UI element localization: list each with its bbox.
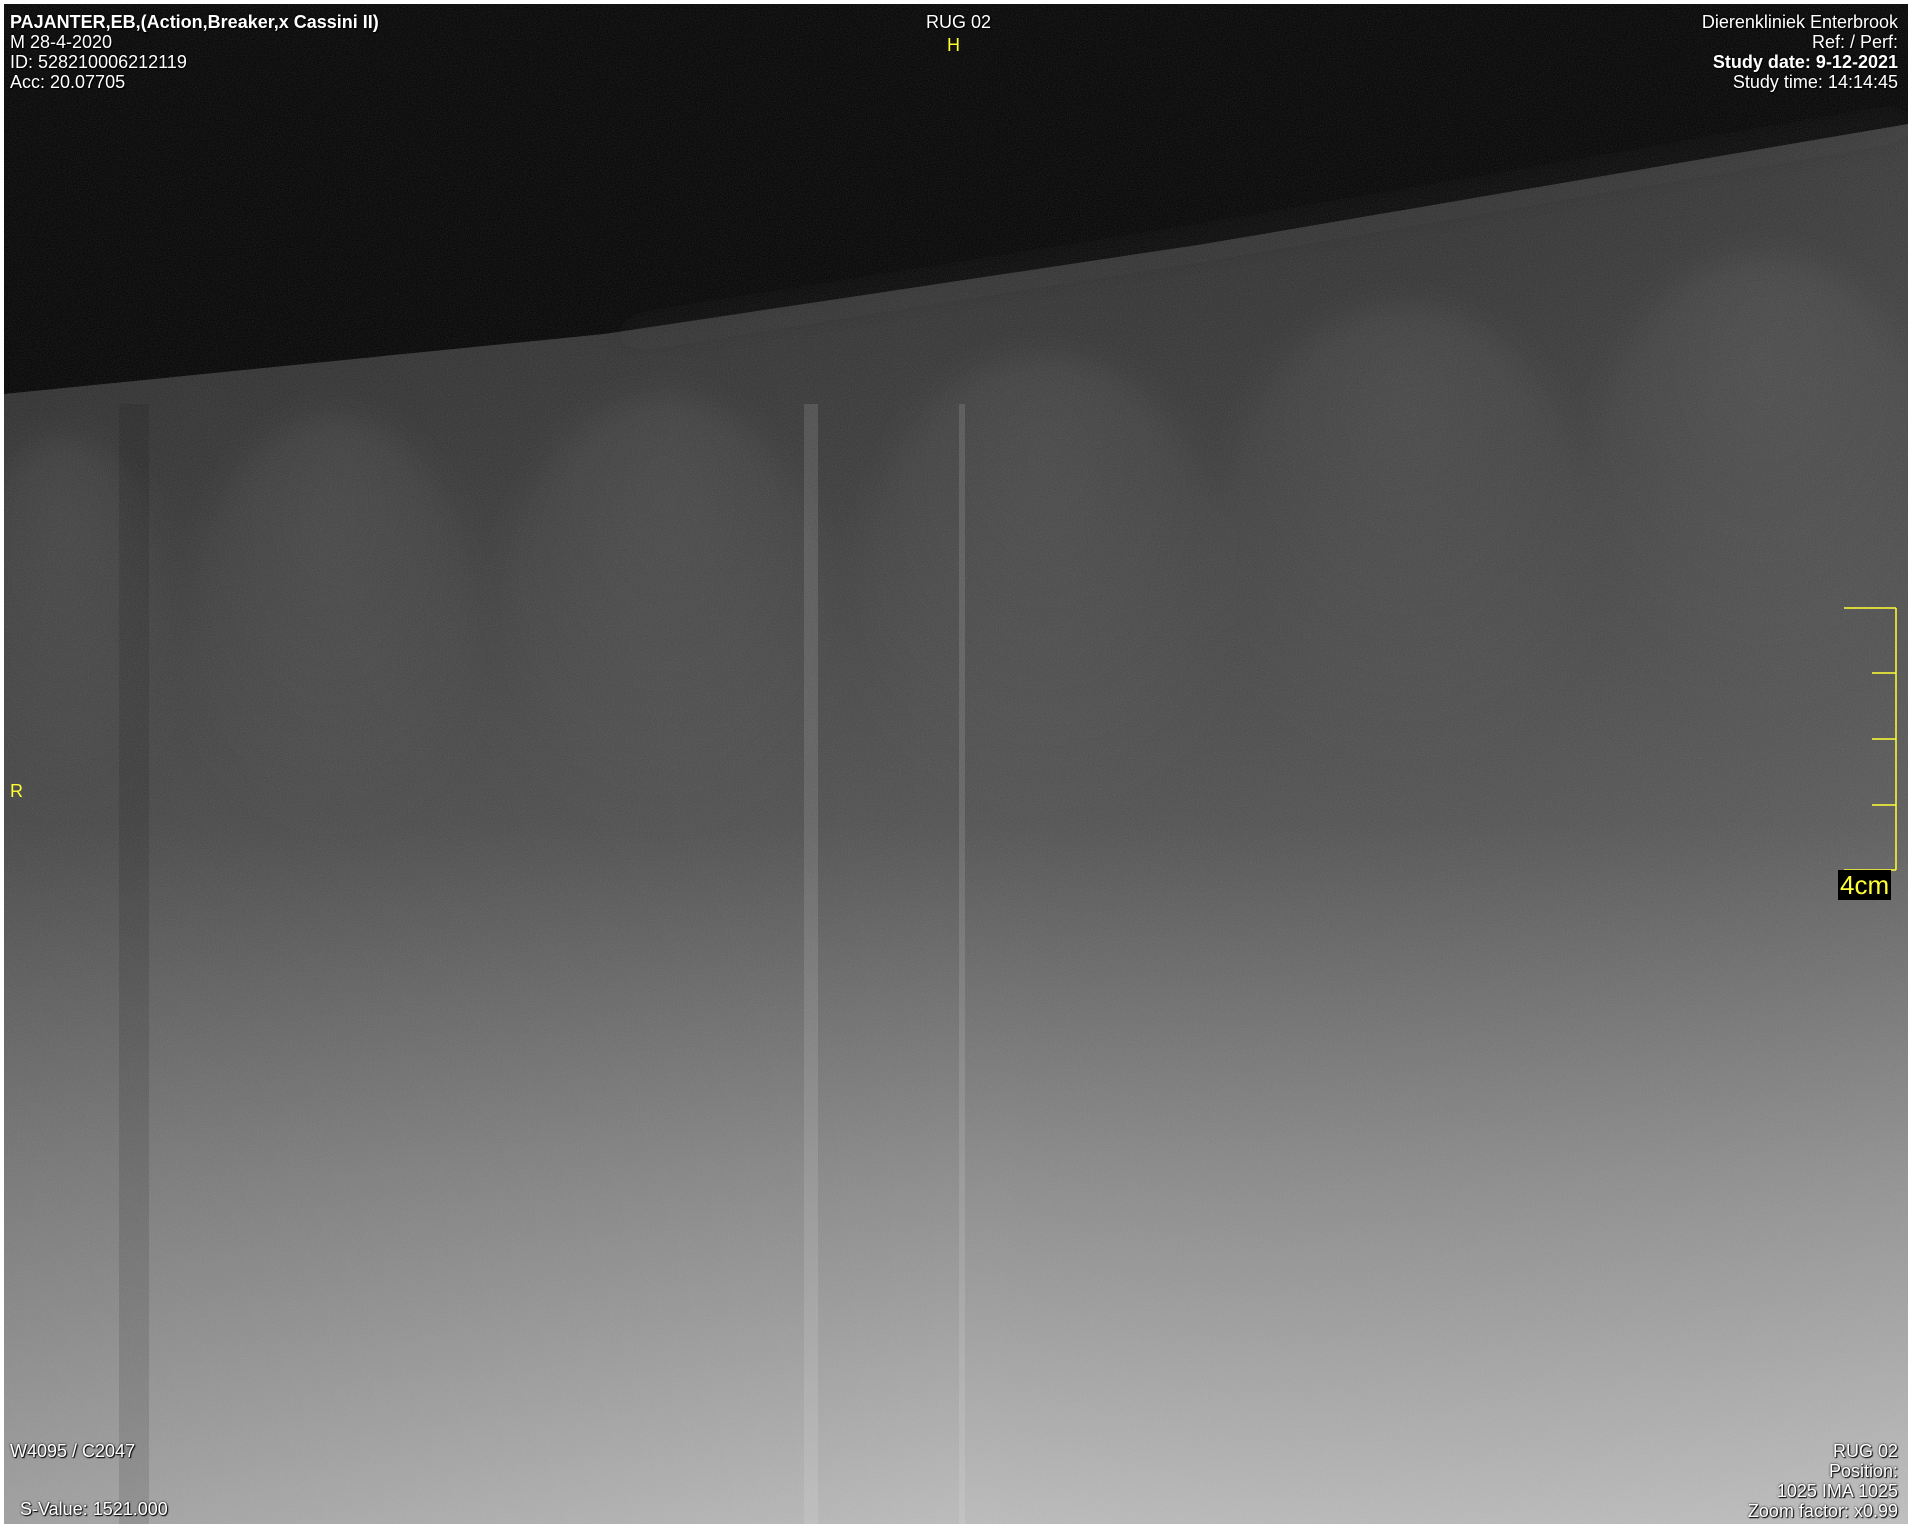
position-label: Position:: [1828, 1461, 1898, 1481]
image-viewport[interactable]: PAJANTER,EB,(Action,Breaker,x Cassini II…: [4, 4, 1908, 1524]
zoom-factor: Zoom factor: x0.99: [1747, 1501, 1898, 1521]
series-title: RUG 02: [926, 12, 992, 32]
patient-id: ID: 528210006212119: [10, 52, 187, 72]
orientation-marker-top: H: [947, 35, 960, 55]
image-info-block: RUG 02 Position: 1025 IMA 1025 Zoom fact…: [1748, 1441, 1898, 1521]
accession-number: Acc: 20.07705: [10, 72, 126, 92]
orientation-marker-left: R: [10, 781, 23, 801]
series-title-block: RUG 02: [926, 12, 992, 32]
patient-sex-dob: M 28-4-2020: [10, 32, 113, 52]
scale-bar: [1844, 607, 1897, 871]
patient-info-block: PAJANTER,EB,(Action,Breaker,x Cassini II…: [10, 12, 379, 92]
scale-bar-label: 4cm: [1838, 870, 1892, 900]
s-value: S-Value: 1521.000: [20, 1499, 168, 1519]
series-name-bottom: RUG 02: [1832, 1441, 1898, 1461]
study-info-block: Dierenkliniek Enterbrook Ref: / Perf: St…: [1702, 12, 1898, 92]
patient-name: PAJANTER,EB,(Action,Breaker,x Cassini II…: [10, 12, 379, 32]
window-info-block: W4095 / C2047 S-Value: 1521.000: [10, 1441, 168, 1519]
ref-perf: Ref: / Perf:: [1811, 32, 1898, 52]
institution-name: Dierenkliniek Enterbrook: [1701, 12, 1898, 32]
study-time: Study time: 14:14:45: [1732, 72, 1898, 92]
radiograph-image: [4, 4, 1908, 1524]
window-level: W4095 / C2047: [10, 1441, 136, 1461]
study-date: Study date: 9-12-2021: [1712, 52, 1898, 72]
image-index: 1025 IMA 1025: [1776, 1481, 1898, 1501]
